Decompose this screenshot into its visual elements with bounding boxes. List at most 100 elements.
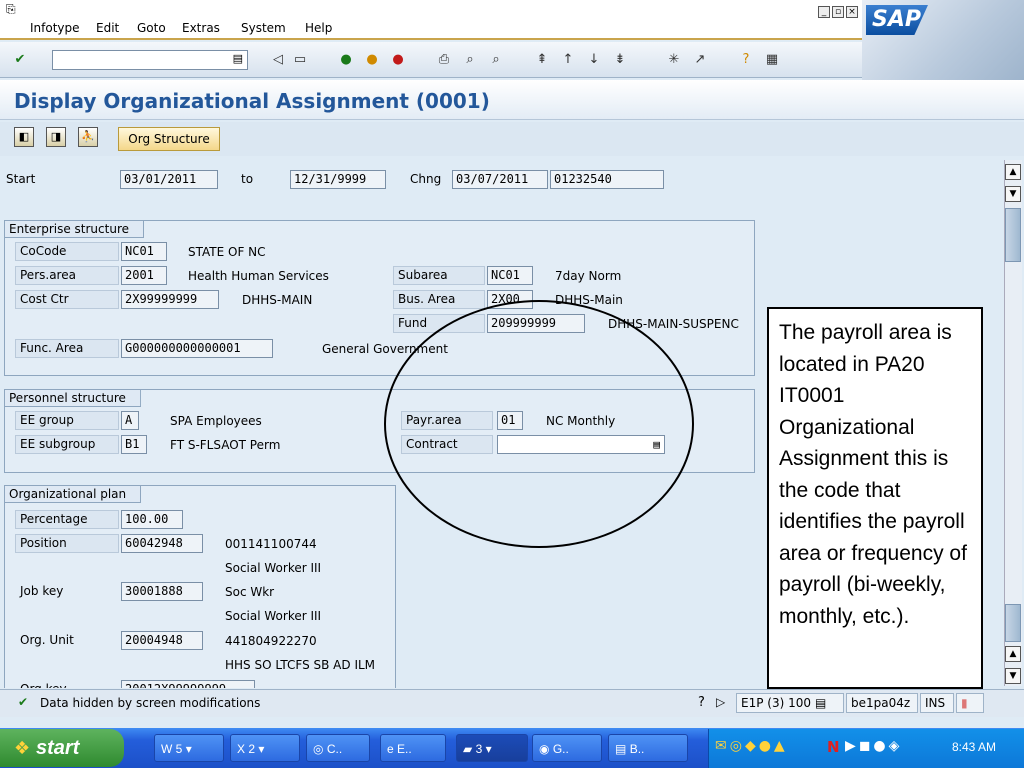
exit-icon[interactable]: ●	[362, 50, 382, 70]
enter-icon[interactable]: ✔	[10, 50, 30, 70]
organizational-plan-group: Organizational plan Percentage 100.00 Po…	[4, 485, 396, 688]
scroll-up-icon[interactable]: ▲	[1005, 164, 1021, 180]
command-field[interactable]: ▤	[52, 50, 248, 70]
back-arrow-icon[interactable]: ◁	[268, 50, 288, 70]
scroll-down-icon[interactable]: ▼	[1005, 186, 1021, 202]
persarea-field[interactable]: 2001	[121, 266, 167, 285]
task-b[interactable]: ▤ B..	[608, 734, 688, 762]
orgunit-field[interactable]: 20004948	[121, 631, 203, 650]
person-icon[interactable]: ⛹	[78, 127, 98, 147]
menu-infotype[interactable]: Infotype	[30, 21, 80, 35]
task-sap[interactable]: ▰ 3 ▾	[456, 734, 528, 762]
eegroup-label: EE group	[15, 411, 119, 430]
chng-label: Chng	[410, 172, 442, 186]
task-outlook[interactable]: ◎ C..	[306, 734, 370, 762]
orgkey-label: Org.key	[15, 680, 119, 688]
percentage-label: Percentage	[15, 510, 119, 529]
tray-misc-icons[interactable]: ▶◼●◈	[845, 738, 902, 754]
outlook-icon: ◎	[313, 742, 324, 756]
input-mode: INS	[920, 693, 954, 713]
back-icon[interactable]: ●	[336, 50, 356, 70]
start-date-field[interactable]: 03/01/2011	[120, 170, 218, 189]
last-page-icon[interactable]: ⇟	[610, 50, 630, 70]
position-field[interactable]: 60042948	[121, 534, 203, 553]
eegroup-field[interactable]: A	[121, 411, 139, 430]
menu-extras[interactable]: Extras	[182, 21, 220, 35]
next-page-icon[interactable]: ↓	[584, 50, 604, 70]
system-menu-icon[interactable]: ⎘	[6, 2, 16, 17]
dropdown-icon[interactable]: ▤	[233, 52, 243, 65]
menu-system[interactable]: System	[241, 21, 286, 35]
minimize-icon[interactable]: _	[818, 6, 830, 18]
maximize-icon[interactable]: ▫	[832, 6, 844, 18]
excel-icon: X	[237, 742, 246, 756]
orgkey-field[interactable]: 20012X99999999	[121, 680, 255, 688]
success-icon: ✔	[18, 695, 29, 709]
position-text: Social Worker III	[225, 561, 322, 575]
scroll-thumb[interactable]	[1005, 208, 1021, 262]
menu-help[interactable]: Help	[305, 21, 332, 35]
next-record-icon[interactable]: ◨	[46, 127, 66, 147]
orgunit-label: Org. Unit	[20, 633, 74, 647]
create-session-icon[interactable]: ✳	[664, 50, 684, 70]
help-icon[interactable]: ?	[736, 50, 756, 70]
task-label: C..	[326, 742, 343, 756]
tray-n-icon[interactable]: N	[827, 738, 840, 756]
start-label: Start	[6, 172, 36, 186]
percentage-field[interactable]: 100.00	[121, 510, 183, 529]
task-browser[interactable]: ◉ G..	[532, 734, 602, 762]
close-icon[interactable]: ×	[846, 6, 858, 18]
system-info[interactable]: E1P (3) 100 ▤	[736, 693, 844, 713]
windows-logo-icon: ❖	[14, 738, 31, 759]
cancel-icon[interactable]: ●	[388, 50, 408, 70]
eesubgroup-field[interactable]: B1	[121, 435, 147, 454]
print-icon[interactable]: ⎙	[434, 50, 454, 70]
page-title: Display Organizational Assignment (0001)	[14, 89, 490, 113]
scroll-up-lower-icon[interactable]: ▲	[1005, 646, 1021, 662]
save-icon[interactable]: ▭	[290, 50, 310, 70]
to-label: to	[241, 172, 254, 186]
word-icon: W	[161, 742, 173, 756]
subarea-label: Subarea	[393, 266, 485, 285]
jobkey-text: Soc Wkr	[225, 585, 275, 599]
task-label: E..	[397, 742, 412, 756]
task-label: G..	[552, 742, 569, 756]
status-message: Data hidden by screen modifications	[40, 696, 261, 710]
task-explorer[interactable]: e E..	[380, 734, 446, 762]
costctr-label: Cost Ctr	[15, 290, 119, 309]
end-date-field[interactable]: 12/31/9999	[290, 170, 386, 189]
task-label: B..	[629, 742, 645, 756]
menu-edit[interactable]: Edit	[96, 21, 119, 35]
layout-menu-icon[interactable]: ▦	[762, 50, 782, 70]
eesubgroup-label: EE subgroup	[15, 435, 119, 454]
shortcut-icon[interactable]: ↗	[690, 50, 710, 70]
menu-goto[interactable]: Goto	[137, 21, 166, 35]
help-status-icon[interactable]: ?	[698, 695, 705, 710]
jobkey-label: Job key	[20, 584, 64, 598]
previous-page-icon[interactable]: ↑	[558, 50, 578, 70]
cocode-field[interactable]: NC01	[121, 242, 167, 261]
expand-icon[interactable]: ▷	[716, 695, 725, 709]
tray-icons[interactable]: ✉◎◆●▲	[715, 738, 788, 754]
funcarea-field[interactable]: G000000000000001	[121, 339, 273, 358]
first-page-icon[interactable]: ⇞	[532, 50, 552, 70]
jobkey-field[interactable]: 30001888	[121, 582, 203, 601]
org-structure-button[interactable]: Org Structure	[118, 127, 220, 151]
cocode-label: CoCode	[15, 242, 119, 261]
funcarea-label: Func. Area	[15, 339, 119, 358]
cocode-text: STATE OF NC	[188, 245, 266, 259]
subarea-field[interactable]: NC01	[487, 266, 533, 285]
previous-record-icon[interactable]: ◧	[14, 127, 34, 147]
window-controls: _ ▫ ×	[818, 3, 860, 18]
find-next-icon[interactable]: ⌕	[486, 50, 506, 70]
task-word[interactable]: W 5 ▾	[154, 734, 224, 762]
start-label: start	[36, 737, 80, 759]
persarea-text: Health Human Services	[188, 269, 329, 283]
orgunit-id-text: 441804922270	[225, 634, 317, 648]
task-excel[interactable]: X 2 ▾	[230, 734, 300, 762]
scroll-thumb-lower[interactable]	[1005, 604, 1021, 642]
scroll-down-lower-icon[interactable]: ▼	[1005, 668, 1021, 684]
find-icon[interactable]: ⌕	[460, 50, 480, 70]
costctr-field[interactable]: 2X99999999	[121, 290, 219, 309]
system-popup-icon[interactable]: ▤	[815, 696, 826, 710]
